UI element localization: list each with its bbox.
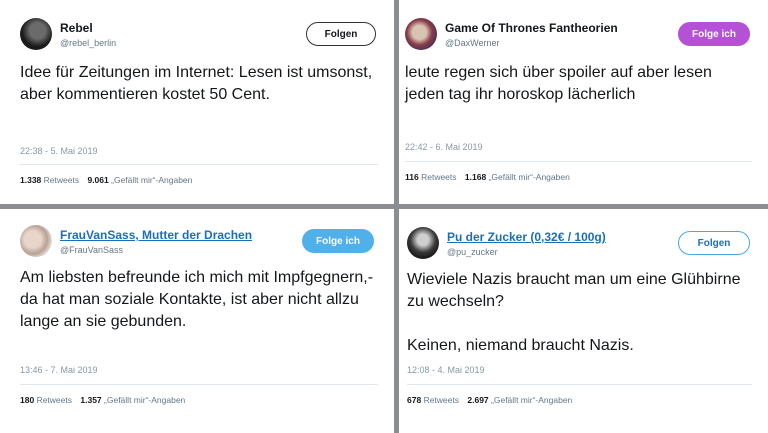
display-name[interactable]: Game Of Thrones Fantheorien [445,21,618,35]
tweet-header: FrauVanSass, Mutter der Drachen @FrauVan… [20,225,376,261]
like-count[interactable]: 1.357 [80,395,101,405]
tweet-card-frauvansass: FrauVanSass, Mutter der Drachen @FrauVan… [0,209,394,433]
separator [20,164,378,165]
avatar[interactable] [407,227,439,259]
follow-button[interactable]: Folgen [306,22,376,46]
tweet-paragraph: Idee für Zeitungen im Internet: Lesen is… [20,64,373,103]
separator [405,161,752,162]
tweet-timestamp[interactable]: 12:08 - 4. Mai 2019 [407,365,485,375]
retweet-label[interactable]: Retweets [424,395,459,405]
tweet-card-rebel: Rebel @rebel_berlin Folgen Idee für Zeit… [0,0,394,204]
author-names: Game Of Thrones Fantheorien @DaxWerner [445,21,618,49]
avatar[interactable] [405,18,437,50]
tweet-text: Am liebsten befreunde ich mich mit Impfg… [20,267,378,333]
user-handle[interactable]: @pu_zucker [447,246,606,258]
like-count[interactable]: 1.168 [465,172,486,182]
separator [20,384,378,385]
tweet-card-pu-der-zucker: Pu der Zucker (0,32€ / 100g) @pu_zucker … [399,209,768,433]
user-handle[interactable]: @DaxWerner [445,37,618,49]
like-count[interactable]: 2.697 [467,395,488,405]
author-names: Rebel @rebel_berlin [60,21,116,49]
author-names: FrauVanSass, Mutter der Drachen @FrauVan… [60,228,252,256]
tweet-timestamp[interactable]: 22:38 - 5. Mai 2019 [20,146,98,156]
retweet-label[interactable]: Retweets [37,395,72,405]
tweet-stats: 116 Retweets 1.168 „Gefällt mir“-Angaben [405,172,570,182]
like-label[interactable]: „Gefällt mir“-Angaben [104,395,185,405]
tweet-stats: 1.338 Retweets 9.061 „Gefällt mir“-Angab… [20,175,192,185]
tweet-card-got: Game Of Thrones Fantheorien @DaxWerner F… [399,0,768,204]
like-label[interactable]: „Gefällt mir“-Angaben [489,172,570,182]
retweet-count[interactable]: 1.338 [20,175,41,185]
tweet-paragraph: Keinen, niemand braucht Nazis. [407,337,634,354]
tweet-stats: 180 Retweets 1.357 „Gefällt mir“-Angaben [20,395,185,405]
avatar[interactable] [20,18,52,50]
display-name[interactable]: Pu der Zucker (0,32€ / 100g) [447,230,606,244]
like-label[interactable]: „Gefällt mir“-Angaben [491,395,572,405]
display-name[interactable]: FrauVanSass, Mutter der Drachen [60,228,252,242]
tweet-text: leute regen sich über spoiler auf aber l… [405,62,752,106]
tweet-paragraph: Wieviele Nazis braucht man um eine Glühb… [407,271,741,310]
separator [407,384,752,385]
tweet-text: Wieviele Nazis braucht man um eine Glühb… [407,269,752,357]
avatar[interactable] [20,225,52,257]
tweet-timestamp[interactable]: 22:42 - 6. Mai 2019 [405,142,483,152]
tweet-paragraph: leute regen sich über spoiler auf aber l… [405,64,712,103]
display-name[interactable]: Rebel [60,21,116,35]
like-label[interactable]: „Gefällt mir“-Angaben [111,175,192,185]
tweet-text: Idee für Zeitungen im Internet: Lesen is… [20,62,378,106]
author-names: Pu der Zucker (0,32€ / 100g) @pu_zucker [447,230,606,258]
tweet-header: Pu der Zucker (0,32€ / 100g) @pu_zucker … [407,227,750,263]
follow-button[interactable]: Folgen [678,231,750,255]
retweet-label[interactable]: Retweets [421,172,456,182]
retweet-count[interactable]: 180 [20,395,34,405]
like-count[interactable]: 9.061 [87,175,108,185]
user-handle[interactable]: @FrauVanSass [60,244,252,256]
tweet-header: Game Of Thrones Fantheorien @DaxWerner F… [405,18,750,54]
tweet-timestamp[interactable]: 13:46 - 7. Mai 2019 [20,365,98,375]
user-handle[interactable]: @rebel_berlin [60,37,116,49]
tweet-paragraph: Am liebsten befreunde ich mich mit Impfg… [20,269,374,330]
following-button[interactable]: Folge ich [678,22,750,46]
tweet-header: Rebel @rebel_berlin Folgen [20,18,376,54]
retweet-count[interactable]: 678 [407,395,421,405]
following-button[interactable]: Folge ich [302,229,374,253]
retweet-label[interactable]: Retweets [44,175,79,185]
retweet-count[interactable]: 116 [405,172,419,182]
tweet-stats: 678 Retweets 2.697 „Gefällt mir“-Angaben [407,395,572,405]
